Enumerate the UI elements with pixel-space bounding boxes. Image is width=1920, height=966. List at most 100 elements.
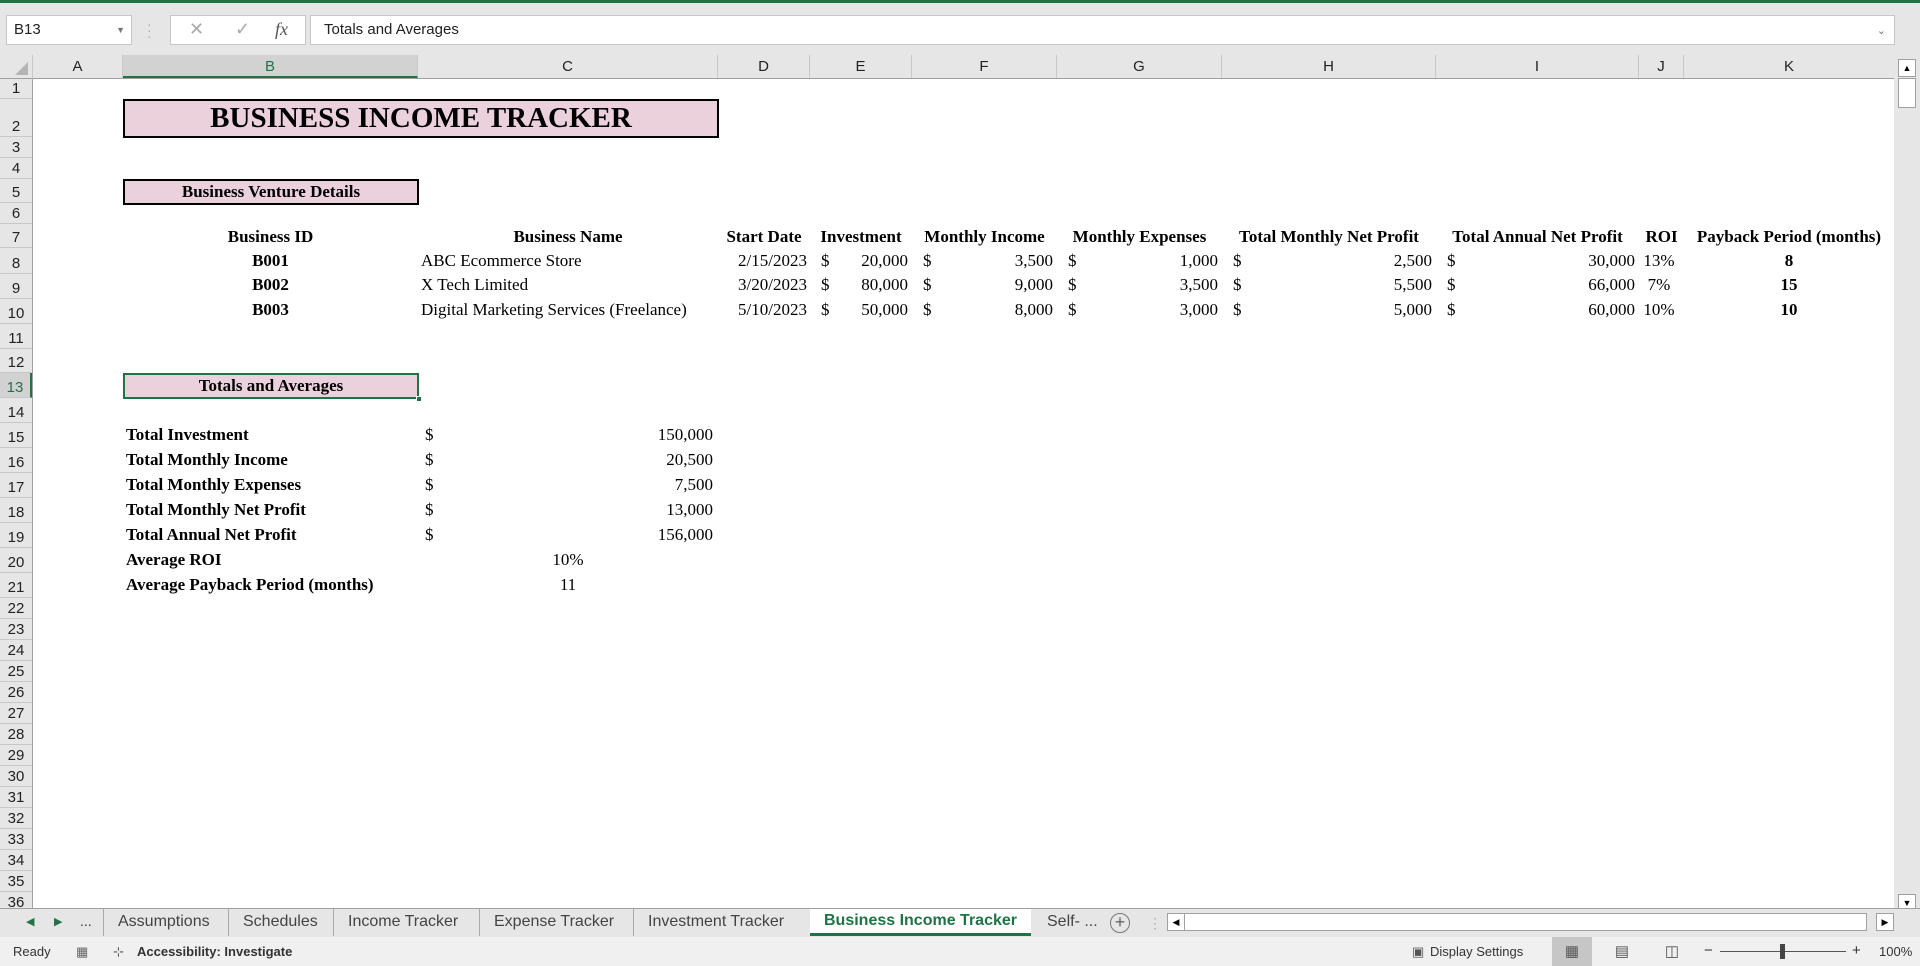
normal-view-icon[interactable]: ▦ (1552, 937, 1592, 966)
business-id[interactable]: B001 (123, 251, 418, 271)
total-value[interactable]: 20,500 (418, 450, 713, 470)
row-header-2[interactable]: 2 (0, 99, 32, 137)
monthly-expenses[interactable]: 1,000 (1057, 251, 1218, 271)
formula-input[interactable]: Totals and Averages ⌄ (310, 15, 1895, 45)
add-sheet-icon[interactable]: + (1110, 913, 1130, 933)
monthly-expenses[interactable]: 3,000 (1057, 300, 1218, 320)
payback-period[interactable]: 15 (1684, 275, 1894, 295)
row-header-29[interactable]: 29 (0, 745, 32, 766)
monthly-expenses[interactable]: 3,500 (1057, 275, 1218, 295)
business-id[interactable]: B002 (123, 275, 418, 295)
total-monthly-net-profit[interactable]: 2,500 (1222, 251, 1432, 271)
row-header-33[interactable]: 33 (0, 829, 32, 850)
worksheet[interactable]: BUSINESS INCOME TRACKER Business Venture… (33, 79, 1894, 908)
start-date[interactable]: 5/10/2023 (718, 300, 807, 320)
row-header-26[interactable]: 26 (0, 682, 32, 703)
tracker-title[interactable]: BUSINESS INCOME TRACKER (123, 99, 719, 138)
row-header-8[interactable]: 8 (0, 248, 32, 274)
row-header-31[interactable]: 31 (0, 787, 32, 808)
total-annual-net-profit[interactable]: 66,000 (1436, 275, 1635, 295)
cancel-icon[interactable]: ✕ (189, 19, 204, 40)
total-label[interactable]: Total Annual Net Profit (126, 525, 297, 545)
more-tabs-button[interactable]: ... (80, 913, 92, 929)
investment[interactable]: 20,000 (810, 251, 908, 271)
start-date[interactable]: 3/20/2023 (718, 275, 807, 295)
horizontal-scroll-thumb[interactable] (1185, 914, 1415, 930)
tab-business-income-tracker[interactable]: Business Income Tracker (810, 909, 1031, 936)
total-value[interactable]: 156,000 (418, 525, 713, 545)
expand-formula-bar-icon[interactable]: ⌄ (1877, 17, 1886, 45)
column-header-k[interactable]: K (1684, 55, 1894, 78)
row-header-30[interactable]: 30 (0, 766, 32, 787)
tab-expense-tracker[interactable]: Expense Tracker (479, 909, 628, 936)
row-header-17[interactable]: 17 (0, 473, 32, 498)
row-header-13[interactable]: 13 (0, 373, 32, 398)
macro-recording-icon[interactable]: ▦ (76, 944, 88, 960)
row-header-5[interactable]: 5 (0, 179, 32, 203)
payback-period[interactable]: 10 (1684, 300, 1894, 320)
row-header-34[interactable]: 34 (0, 850, 32, 871)
row-header-20[interactable]: 20 (0, 548, 32, 573)
drag-handle-icon[interactable]: · · · (147, 17, 152, 43)
display-settings-icon[interactable]: ▣ (1412, 944, 1424, 960)
row-header-35[interactable]: 35 (0, 871, 32, 892)
total-annual-net-profit[interactable]: 60,000 (1436, 300, 1635, 320)
name-box[interactable]: B13 ▼ (6, 15, 132, 45)
investment[interactable]: 80,000 (810, 275, 908, 295)
row-header-16[interactable]: 16 (0, 448, 32, 473)
average-value[interactable]: 10% (418, 550, 718, 570)
totals-section-header[interactable]: Totals and Averages (123, 373, 419, 399)
enter-icon[interactable]: ✓ (235, 19, 250, 40)
select-all-button[interactable] (0, 55, 33, 79)
monthly-income[interactable]: 9,000 (912, 275, 1053, 295)
tab-scroll-right-icon[interactable]: ▶ (54, 915, 62, 928)
scroll-up-icon[interactable]: ▲ (1898, 59, 1916, 77)
row-header-24[interactable]: 24 (0, 640, 32, 661)
column-header-j[interactable]: J (1639, 55, 1684, 78)
average-value[interactable]: 11 (418, 575, 718, 595)
tab-scroll-left-icon[interactable]: ◀ (26, 915, 34, 928)
column-header-i[interactable]: I (1436, 55, 1639, 78)
chevron-down-icon[interactable]: ▼ (116, 16, 125, 44)
row-header-28[interactable]: 28 (0, 724, 32, 745)
roi[interactable]: 13% (1639, 251, 1679, 271)
roi[interactable]: 7% (1639, 275, 1679, 295)
row-header-9[interactable]: 9 (0, 274, 32, 299)
row-header-11[interactable]: 11 (0, 324, 32, 349)
venture-section-header[interactable]: Business Venture Details (123, 179, 419, 205)
column-header-a[interactable]: A (33, 55, 123, 78)
insert-function-icon[interactable]: fx (275, 19, 288, 40)
row-header-14[interactable]: 14 (0, 398, 32, 423)
row-header-6[interactable]: 6 (0, 203, 32, 224)
scroll-left-icon[interactable]: ◀ (1168, 914, 1185, 930)
column-header-b[interactable]: B (123, 55, 418, 78)
row-header-3[interactable]: 3 (0, 137, 32, 158)
page-layout-view-icon[interactable]: ▤ (1602, 937, 1642, 966)
monthly-income[interactable]: 8,000 (912, 300, 1053, 320)
roi[interactable]: 10% (1639, 300, 1679, 320)
investment[interactable]: 50,000 (810, 300, 908, 320)
row-header-19[interactable]: 19 (0, 523, 32, 548)
row-header-21[interactable]: 21 (0, 573, 32, 598)
total-value[interactable]: 7,500 (418, 475, 713, 495)
column-header-e[interactable]: E (810, 55, 912, 78)
tab-assumptions[interactable]: Assumptions (103, 909, 224, 936)
business-name[interactable]: ABC Ecommerce Store (421, 251, 718, 271)
total-label[interactable]: Total Monthly Income (126, 450, 288, 470)
accessibility-status[interactable]: Accessibility: Investigate (137, 944, 292, 959)
row-header-23[interactable]: 23 (0, 619, 32, 640)
payback-period[interactable]: 8 (1684, 251, 1894, 271)
horizontal-scrollbar[interactable]: ◀ (1167, 913, 1867, 931)
business-name[interactable]: X Tech Limited (421, 275, 718, 295)
splitter-handle-icon[interactable]: ⋮ (1148, 915, 1162, 932)
start-date[interactable]: 2/15/2023 (718, 251, 807, 271)
row-header-10[interactable]: 10 (0, 299, 32, 324)
row-header-15[interactable]: 15 (0, 423, 32, 448)
row-header-27[interactable]: 27 (0, 703, 32, 724)
tab-schedules[interactable]: Schedules (228, 909, 332, 936)
tab-self[interactable]: Self- ... (1033, 909, 1112, 936)
row-header-22[interactable]: 22 (0, 598, 32, 619)
business-name[interactable]: Digital Marketing Services (Freelance) (421, 300, 718, 320)
column-header-h[interactable]: H (1222, 55, 1436, 78)
accessibility-icon[interactable]: ⊹ (113, 944, 124, 960)
